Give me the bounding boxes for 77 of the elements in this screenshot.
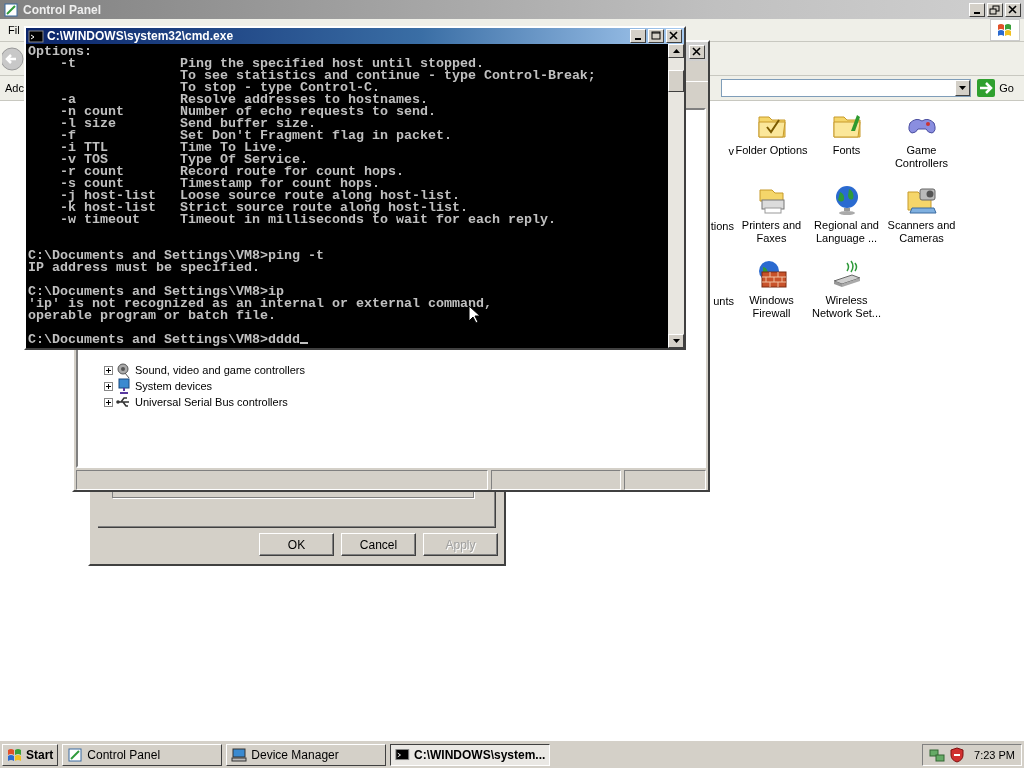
dialog-button[interactable]: OK: [259, 533, 334, 556]
network-icon: [929, 746, 945, 763]
control-panel-icon: [67, 746, 84, 763]
item-label[interactable]: Wireless Network Set...: [809, 294, 884, 320]
control-panel-icon: [3, 1, 19, 18]
arrow-icon: [977, 79, 996, 97]
computer-icon: [231, 746, 248, 763]
console-line: IP address must be specified.: [28, 262, 260, 274]
console-line: -r count Record route for count hops.: [59, 166, 404, 178]
console-line: 'ip' is not recognized as an internal or external command,: [28, 298, 492, 310]
item-label[interactable]: Regional and Language ...: [809, 219, 884, 245]
console-line: -w timeout Timeout in milliseconds to wait for each reply.: [59, 214, 556, 226]
text-cursor: [299, 342, 308, 344]
item-label[interactable]: Scanners and Cameras: [884, 219, 959, 245]
item-label[interactable]: Windows Firewall: [734, 294, 809, 320]
console-line: Options:: [28, 46, 92, 58]
up-arrow-icon: [672, 49, 680, 53]
shield-icon: [949, 746, 965, 763]
taskbar-button[interactable]: Control Panel: [62, 743, 223, 766]
speaker-icon: [116, 362, 132, 378]
restore-icon: [989, 4, 1001, 15]
address-label: Adc: [5, 82, 24, 94]
down-arrow-icon: [672, 339, 680, 343]
taskbar-button[interactable]: C:\WINDOWS\system...: [390, 743, 551, 766]
console-icon: [395, 746, 410, 763]
console-line: -i TTL Time To Live.: [59, 142, 284, 154]
maximize-icon: [650, 31, 662, 41]
tree-item[interactable]: System devices: [135, 380, 213, 392]
clock: 7:23 PM: [974, 748, 1015, 761]
console-line: To see statistics and continue - type Control-Break;: [178, 70, 596, 82]
console-line: -f Set Don't Fragment flag in packet.: [59, 130, 452, 142]
console-line: C:\Documents and Settings\VM8>ip: [28, 286, 284, 298]
item-label: unts: [712, 294, 734, 309]
item-label[interactable]: Fonts: [832, 144, 861, 157]
window-title: C:\WINDOWS\system32\cmd.exe: [47, 29, 234, 43]
minimize-icon: [974, 11, 980, 14]
address-field[interactable]: [721, 79, 972, 97]
console-line: C:\Documents and Settings\VM8>dddd: [28, 332, 300, 347]
tree-item[interactable]: Universal Serial Bus controllers: [135, 396, 288, 408]
item-label[interactable]: Folder Options: [735, 144, 808, 157]
maximize-button[interactable]: [648, 29, 664, 43]
console-line: -l size Send buffer size.: [59, 118, 316, 130]
close-icon: [1007, 4, 1019, 15]
menu-item[interactable]: Fil: [8, 24, 20, 36]
window-title: Control Panel: [23, 2, 101, 17]
computer-icon: [116, 378, 132, 394]
scroll-down-button[interactable]: [668, 334, 684, 348]
item-label[interactable]: Printers and Faxes: [734, 219, 809, 245]
console-line: -a Resolve addresses to hostnames.: [59, 94, 428, 106]
taskbar-button[interactable]: Device Manager: [226, 743, 387, 766]
usb-icon: [116, 394, 132, 410]
console-line: To stop - type Control-C.: [178, 82, 380, 94]
dropdown-arrow-icon: [959, 86, 967, 90]
console-line: -n count Number of echo requests to send.: [59, 106, 436, 118]
item-label: tions: [709, 219, 734, 234]
console-line: C:\Documents and Settings\VM8>ping -t: [28, 250, 324, 262]
console-line: -t Ping the specified host until stopped.: [60, 58, 484, 70]
tree-item[interactable]: Sound, video and game controllers: [135, 364, 305, 376]
console-line: -v TOS Type Of Service.: [59, 154, 308, 166]
close-button[interactable]: [666, 29, 682, 43]
windows-logo-icon: [996, 22, 1014, 38]
item-label[interactable]: Game Controllers: [884, 144, 959, 170]
close-icon: [668, 31, 680, 41]
item-label: v: [727, 144, 734, 159]
scroll-up-button[interactable]: [668, 44, 684, 58]
console-line: -j host-list Loose source route along host-list.: [59, 190, 460, 202]
dialog-button[interactable]: Cancel: [341, 533, 416, 556]
go-button[interactable]: Go: [975, 79, 1016, 97]
console-line: -s count Timestamp for count hops.: [59, 178, 380, 190]
windows-logo-icon: [7, 747, 23, 762]
console-line: operable program or batch file.: [28, 310, 276, 322]
minimize-icon: [635, 38, 641, 40]
minimize-button[interactable]: [630, 29, 646, 43]
scrollbar-thumb[interactable]: [668, 70, 684, 92]
start-button[interactable]: Start: [2, 743, 59, 766]
close-icon: [691, 46, 703, 57]
console-line: -k host-list Strict source route along host-list.: [59, 202, 468, 214]
